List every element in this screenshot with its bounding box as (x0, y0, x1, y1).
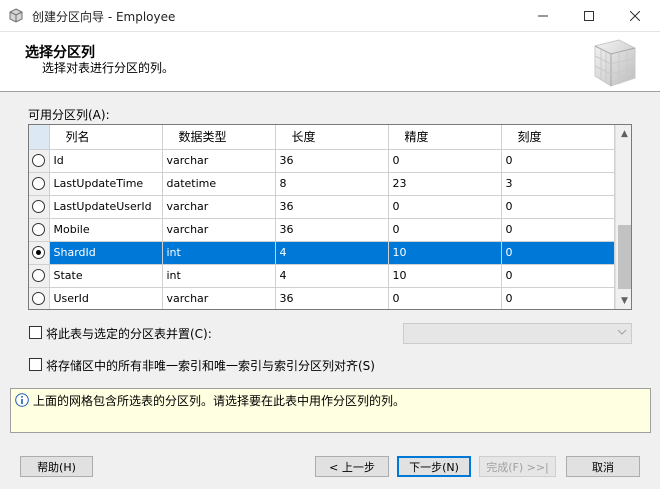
row-radio[interactable] (32, 177, 46, 191)
cancel-button[interactable]: 取消 (566, 456, 640, 477)
close-icon (630, 11, 640, 21)
info-text: 上面的网格包含所选表的分区列。请选择要在此表中用作分区列的列。 (33, 394, 406, 408)
close-button[interactable] (612, 0, 658, 32)
cell-name: State (49, 264, 163, 288)
app-icon (9, 8, 23, 23)
table-row[interactable]: UserId varchar 36 0 0 (29, 287, 615, 309)
cell-length: 36 (275, 218, 389, 242)
finish-button[interactable]: 完成(F) >>| (479, 456, 556, 477)
cell-precision: 0 (388, 287, 502, 309)
column-header-precision[interactable]: 精度 (388, 125, 502, 150)
minimize-button[interactable] (520, 0, 566, 32)
cell-scale: 0 (501, 287, 615, 309)
available-columns-label: 可用分区列(A): (28, 108, 110, 122)
cell-scale: 0 (501, 218, 615, 242)
cell-scale: 0 (501, 264, 615, 288)
row-radio[interactable] (32, 223, 46, 237)
cell-precision: 23 (388, 172, 502, 196)
cell-name: Mobile (49, 218, 163, 242)
cell-type: int (162, 264, 276, 288)
cell-type: varchar (162, 149, 276, 173)
cell-scale: 0 (501, 149, 615, 173)
cell-length: 4 (275, 264, 389, 288)
cell-name: Id (49, 149, 163, 173)
table-row[interactable]: LastUpdateUserId varchar 36 0 0 (29, 195, 615, 219)
collocate-table-combo[interactable] (403, 323, 632, 344)
title-bar: 创建分区向导 - Employee (0, 0, 660, 32)
table-row[interactable]: State int 4 10 0 (29, 264, 615, 288)
align-indexes-checkbox[interactable] (29, 358, 42, 371)
cell-name: LastUpdateTime (49, 172, 163, 196)
partition-columns-grid[interactable]: 列名 数据类型 长度 精度 刻度 Id varchar 36 0 0 LastU… (28, 124, 632, 310)
cell-precision: 0 (388, 195, 502, 219)
cell-length: 36 (275, 195, 389, 219)
scrollbar-thumb[interactable] (618, 225, 631, 289)
cube-graphic (594, 39, 636, 87)
cell-type: varchar (162, 218, 276, 242)
collocate-label: 将此表与选定的分区表并置(C): (46, 327, 212, 341)
column-header-scale[interactable]: 刻度 (501, 125, 615, 150)
cell-name: ShardId (49, 241, 163, 265)
info-panel: 上面的网格包含所选表的分区列。请选择要在此表中用作分区列的列。 (10, 388, 651, 433)
select-column-header (29, 125, 50, 150)
info-icon (15, 393, 29, 407)
cell-precision: 0 (388, 149, 502, 173)
cell-length: 4 (275, 241, 389, 265)
vertical-scrollbar[interactable]: ▲ ▼ (615, 125, 631, 309)
scroll-up-arrow[interactable]: ▲ (616, 125, 631, 142)
cell-name: LastUpdateUserId (49, 195, 163, 219)
cell-length: 8 (275, 172, 389, 196)
row-radio[interactable] (32, 292, 46, 306)
cell-name: UserId (49, 287, 163, 309)
row-radio[interactable] (32, 200, 46, 214)
table-row[interactable]: LastUpdateTime datetime 8 23 3 (29, 172, 615, 196)
maximize-button[interactable] (566, 0, 612, 32)
page-subtitle: 选择对表进行分区的列。 (42, 61, 175, 75)
cell-type: datetime (162, 172, 276, 196)
cell-scale: 0 (501, 241, 615, 265)
cell-precision: 10 (388, 241, 502, 265)
cell-scale: 3 (501, 172, 615, 196)
cell-precision: 10 (388, 264, 502, 288)
wizard-header: 选择分区列 选择对表进行分区的列。 (0, 32, 660, 92)
column-header-type[interactable]: 数据类型 (162, 125, 276, 150)
table-header-row: 列名 数据类型 长度 精度 刻度 (29, 125, 615, 150)
cell-length: 36 (275, 287, 389, 309)
row-radio[interactable] (32, 269, 46, 283)
cell-precision: 0 (388, 218, 502, 242)
help-button[interactable]: 帮助(H) (20, 456, 93, 477)
scroll-down-arrow[interactable]: ▼ (616, 292, 631, 309)
cell-length: 36 (275, 149, 389, 173)
table-row[interactable]: Id varchar 36 0 0 (29, 149, 615, 173)
row-radio[interactable] (32, 154, 46, 168)
window-title: 创建分区向导 - Employee (32, 10, 176, 24)
row-radio-selected[interactable] (32, 246, 46, 260)
table-row[interactable]: Mobile varchar 36 0 0 (29, 218, 615, 242)
cell-scale: 0 (501, 195, 615, 219)
back-button[interactable]: < 上一步 (315, 456, 389, 477)
column-header-length[interactable]: 长度 (275, 125, 389, 150)
collocate-checkbox[interactable] (29, 326, 42, 339)
cell-type: varchar (162, 287, 276, 309)
column-header-name[interactable]: 列名 (49, 125, 163, 150)
chevron-down-icon (617, 329, 627, 335)
minimize-icon (538, 15, 548, 17)
cell-type: varchar (162, 195, 276, 219)
align-indexes-label: 将存储区中的所有非唯一索引和唯一索引与索引分区列对齐(S) (46, 359, 375, 373)
maximize-icon (584, 11, 594, 21)
cell-type: int (162, 241, 276, 265)
table-row-selected[interactable]: ShardId int 4 10 0 (29, 241, 615, 265)
columns-table: 列名 数据类型 长度 精度 刻度 Id varchar 36 0 0 LastU… (29, 125, 615, 309)
next-button[interactable]: 下一步(N) (397, 456, 471, 477)
